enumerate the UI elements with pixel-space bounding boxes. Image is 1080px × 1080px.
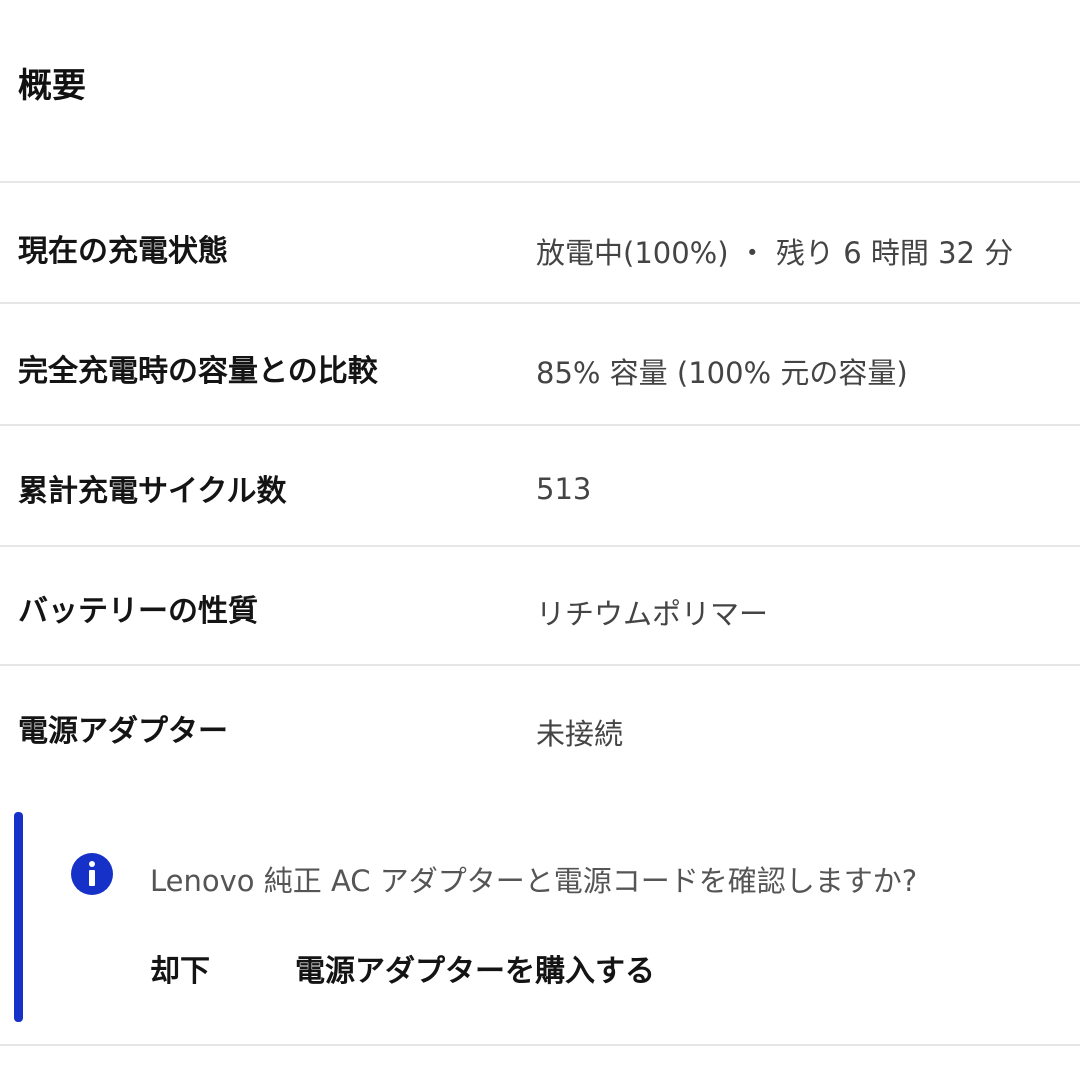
row-value-power-adapter: 未接続 bbox=[536, 717, 624, 751]
row-label-capacity: 完全充電時の容量との比較 bbox=[18, 354, 378, 389]
divider bbox=[0, 545, 1080, 547]
row-value-charge-state: 放電中(100%) ・ 残り 6 時間 32 分 bbox=[536, 236, 1014, 270]
row-value-capacity: 85% 容量 (100% 元の容量) bbox=[536, 356, 908, 390]
notice-accent-bar bbox=[14, 812, 23, 1022]
buy-adapter-link[interactable]: 電源アダプターを購入する bbox=[295, 946, 655, 990]
divider bbox=[0, 181, 1080, 183]
divider bbox=[0, 302, 1080, 304]
adapter-notice: Lenovo 純正 AC アダプターと電源コードを確認しますか? 却下 電源アダ… bbox=[14, 812, 1080, 1022]
info-icon bbox=[71, 853, 113, 895]
row-label-chemistry: バッテリーの性質 bbox=[18, 594, 258, 629]
row-value-cycle-count: 513 bbox=[536, 472, 592, 506]
row-label-power-adapter: 電源アダプター bbox=[18, 714, 228, 749]
dismiss-button[interactable]: 却下 bbox=[150, 946, 210, 990]
divider bbox=[0, 424, 1080, 426]
notice-message: Lenovo 純正 AC アダプターと電源コードを確認しますか? bbox=[150, 864, 918, 898]
section-title: 概要 bbox=[18, 66, 86, 106]
row-value-chemistry: リチウムポリマー bbox=[536, 597, 769, 631]
row-label-charge-state: 現在の充電状態 bbox=[18, 234, 228, 269]
divider bbox=[0, 664, 1080, 666]
row-label-cycle-count: 累計充電サイクル数 bbox=[18, 474, 287, 509]
divider bbox=[0, 1044, 1080, 1046]
